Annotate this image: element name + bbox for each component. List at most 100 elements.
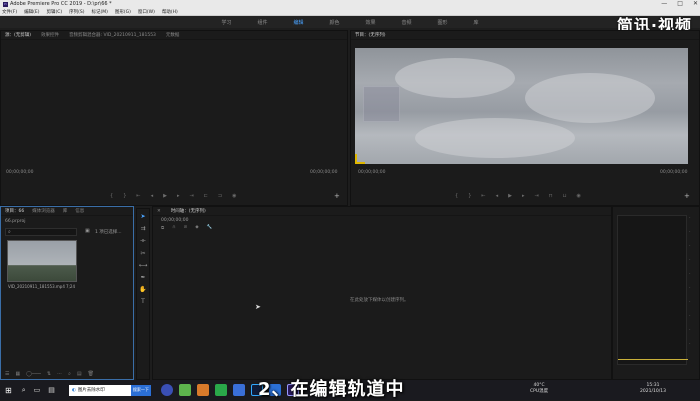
menu-window[interactable]: 窗口(W) [138, 9, 155, 15]
selection-tool-icon[interactable]: ➤ [140, 213, 145, 220]
program-timecode-left[interactable]: 00;00;00;00 [358, 170, 385, 175]
ripple-edit-tool-icon[interactable]: ⟛ [140, 237, 145, 245]
list-view-icon[interactable]: ☰ [5, 371, 9, 377]
menu-clip[interactable]: 剪辑(C) [46, 9, 62, 15]
type-tool-icon[interactable]: T [141, 298, 145, 305]
program-transport-controls: { } ⇤ ◂ ▶ ▸ ⇥ ⊓ ⊔ ◉ [455, 193, 581, 199]
menu-help[interactable]: 帮助(H) [162, 9, 178, 15]
browser-icon[interactable] [160, 384, 173, 396]
snap-icon[interactable]: ∩ [172, 225, 175, 231]
mark-out-icon[interactable]: } [123, 193, 126, 199]
workspace-graphics[interactable]: 图形 [438, 19, 448, 26]
tab-effect-controls[interactable]: 效果控件 [41, 32, 59, 38]
menu-edit[interactable]: 编辑(E) [24, 9, 39, 15]
menu-graphics[interactable]: 图形(G) [115, 9, 131, 15]
automate-icon[interactable]: ⋯ [57, 371, 62, 377]
app-icon-green[interactable] [178, 384, 191, 396]
export-frame-icon[interactable]: ◉ [232, 193, 236, 199]
windows-start-icon[interactable]: ⊞ [5, 386, 12, 395]
mark-in-icon[interactable]: { [110, 193, 113, 199]
workspace-assembly[interactable]: 组件 [257, 19, 267, 26]
wrench-icon[interactable]: 🔧 [207, 225, 213, 231]
go-to-out-icon[interactable]: ⇥ [189, 193, 193, 199]
timeline-empty-message[interactable]: 在此处放下媒体以创建序列。 [350, 297, 409, 303]
workspace-libraries[interactable]: 库 [474, 19, 479, 26]
razor-tool-icon[interactable]: ✂ [140, 250, 145, 257]
slip-tool-icon[interactable]: ⟷ [139, 262, 148, 269]
workspace-editing[interactable]: 编辑 [293, 19, 303, 26]
prog-go-to-out-icon[interactable]: ⇥ [534, 193, 538, 199]
new-bin-icon[interactable]: ▣ [85, 228, 90, 234]
source-monitor-panel: 源：(无剪辑) 效果控件 音频剪辑混合器: VID_20210911_18155… [0, 30, 348, 206]
app-icon-orange[interactable] [196, 384, 209, 396]
lift-icon[interactable]: ⊓ [549, 193, 553, 199]
play-icon[interactable]: ▶ [163, 193, 167, 199]
source-add-button-icon[interactable]: + [334, 192, 340, 200]
nest-icon[interactable]: ⧉ [161, 225, 164, 231]
prog-mark-out-icon[interactable]: } [468, 193, 471, 199]
workspace-effects[interactable]: 效果 [366, 19, 376, 26]
prog-go-to-in-icon[interactable]: ⇤ [481, 193, 485, 199]
prog-play-icon[interactable]: ▶ [508, 193, 512, 199]
tools-panel: ➤ ⇉ ⟛ ✂ ⟷ ✒ ✋ T [136, 208, 150, 380]
taskbar-search-icon[interactable]: ⌕ [22, 386, 26, 395]
wechat-icon[interactable] [214, 384, 227, 396]
minimize-button[interactable]: — [661, 0, 667, 7]
window-title: Adobe Premiere Pro CC 2019 - D:\pr\66 * [10, 1, 112, 7]
workspace-color[interactable]: 颜色 [329, 19, 339, 26]
menu-markers[interactable]: 标记(M) [92, 9, 108, 15]
tab-metadata[interactable]: 元数据 [166, 32, 180, 38]
taskbar-search-go-button[interactable]: 搜索一下 [130, 384, 151, 396]
program-timecode-right: 00;00;00;00 [660, 170, 688, 175]
find-icon[interactable]: ⌕ [68, 371, 71, 377]
task-view-icon[interactable]: ▭ [34, 386, 41, 394]
taskbar-search-text: 图片去除水印 [77, 388, 105, 393]
system-clock[interactable]: 15:31 2021/10/13 [640, 383, 666, 395]
tab-program[interactable]: 节目：(无序列) [355, 32, 386, 38]
insert-icon[interactable]: ⊏ [204, 193, 208, 199]
step-forward-icon[interactable]: ▸ [177, 193, 180, 199]
extract-icon[interactable]: ⊔ [563, 193, 567, 199]
go-to-in-icon[interactable]: ⇤ [136, 193, 140, 199]
linked-selection-icon[interactable]: ⊘ [184, 225, 188, 231]
step-back-icon[interactable]: ◂ [151, 193, 154, 199]
tab-info[interactable]: 信息 [75, 208, 84, 214]
pen-tool-icon[interactable]: ✒ [140, 274, 145, 281]
timeline-close-icon[interactable]: ✕ [157, 209, 161, 214]
prog-mark-in-icon[interactable]: { [455, 193, 458, 199]
edge-search-icon: ◐ [71, 387, 76, 393]
workspace-audio[interactable]: 音频 [402, 19, 412, 26]
menu-sequence[interactable]: 序列(S) [69, 9, 84, 15]
tab-project[interactable]: 项目：66 [5, 208, 24, 214]
hand-tool-icon[interactable]: ✋ [139, 286, 146, 293]
tab-audio-clip-mixer[interactable]: 音频剪辑混合器: VID_20210911_181553 [69, 32, 156, 38]
tab-source[interactable]: 源：(无剪辑) [5, 32, 31, 38]
project-name: 66.prproj [5, 219, 26, 224]
prog-step-back-icon[interactable]: ◂ [496, 193, 499, 199]
zoom-slider[interactable]: ◯─── [26, 371, 41, 377]
close-button[interactable]: ✕ [693, 0, 698, 7]
add-marker-icon[interactable]: ◆ [195, 225, 198, 231]
app-icon-blue[interactable] [232, 384, 245, 396]
workspace-learn[interactable]: 学习 [221, 19, 231, 26]
project-search-field[interactable]: ⌕ [5, 228, 77, 236]
prog-step-forward-icon[interactable]: ▸ [522, 193, 525, 199]
track-select-tool-icon[interactable]: ⇉ [140, 225, 145, 232]
sort-icon[interactable]: ⇅ [47, 371, 51, 377]
file-explorer-icon[interactable]: ▤ [48, 386, 55, 394]
tab-timeline[interactable]: 时间轴：(无序列) [171, 208, 206, 214]
tab-libraries[interactable]: 库 [63, 208, 68, 214]
tab-media-browser[interactable]: 媒体浏览器 [32, 208, 55, 214]
taskbar-search-box[interactable]: ◐ 图片去除水印 [68, 384, 131, 396]
clip-thumbnail[interactable] [7, 240, 77, 282]
new-item-icon[interactable]: ▤ [77, 371, 82, 377]
timeline-timecode[interactable]: 00;00;00;00 [161, 218, 188, 223]
trash-icon[interactable]: 🗑 [88, 371, 94, 377]
icon-view-icon[interactable]: ▦ [15, 371, 20, 377]
program-add-button-icon[interactable]: + [684, 192, 690, 200]
prog-export-frame-icon[interactable]: ◉ [576, 193, 580, 199]
source-timecode-left[interactable]: 00;00;00;00 [6, 170, 33, 175]
overwrite-icon[interactable]: ⊐ [218, 193, 222, 199]
maximize-button[interactable]: □ [677, 0, 683, 7]
menu-file[interactable]: 文件(F) [2, 9, 17, 15]
